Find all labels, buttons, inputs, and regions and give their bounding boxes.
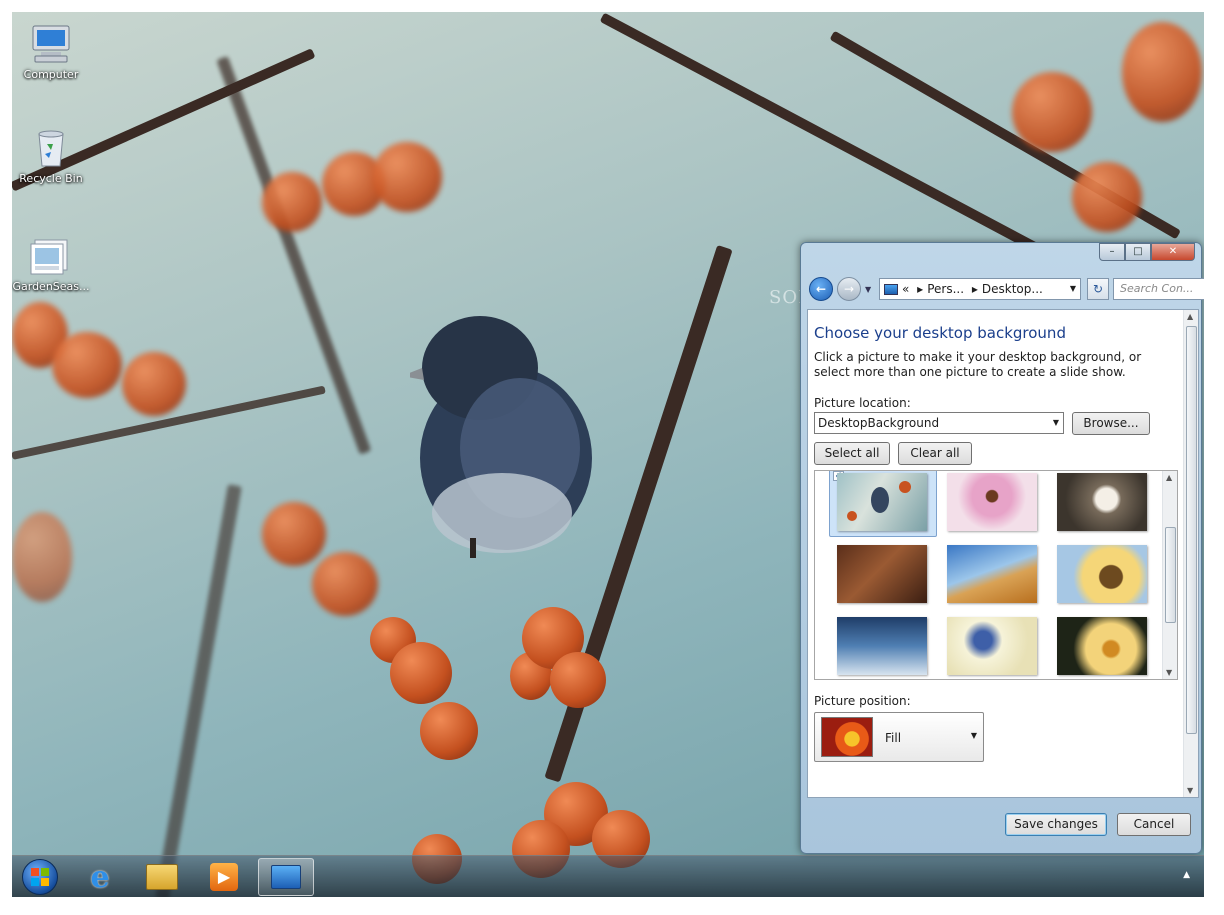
internet-explorer-icon: e <box>90 859 110 895</box>
arrow-right-icon: → <box>843 282 855 296</box>
breadcrumb-separator-icon: ▸ <box>971 282 978 296</box>
desktop-icon-label: GardenSeas... <box>12 280 90 293</box>
content-pane: ▲ ▼ Choose your desktop background Click… <box>807 309 1199 798</box>
scroll-down-icon[interactable]: ▼ <box>1187 786 1193 795</box>
breadcrumb-item[interactable]: Pers... <box>927 282 964 296</box>
chevron-down-icon: ▼ <box>1052 418 1059 427</box>
picture-gallery[interactable]: ✓ ▲ ▼ <box>814 470 1178 680</box>
back-button[interactable]: ← <box>809 277 833 301</box>
thumbnail-sunflower[interactable] <box>1057 545 1147 603</box>
desktop[interactable]: SOFTPEDIA Computer Recycle Bin GardenSea… <box>12 12 1204 897</box>
taskbar-media-player[interactable]: ▶ <box>196 858 252 896</box>
thumbnail-dry-leaf-sky[interactable] <box>947 545 1037 603</box>
picture-position-select[interactable]: Fill ▼ <box>814 712 984 762</box>
chevron-down-icon: ▼ <box>865 285 872 294</box>
media-player-icon: ▶ <box>210 863 238 891</box>
address-dropdown-icon[interactable]: ▼ <box>1070 279 1076 299</box>
personalization-window[interactable]: – □ ✕ ← → ▼ « ▸ Pers... ▸ Desktop... ▼ ↻ S… <box>800 242 1204 854</box>
taskbar-control-panel[interactable] <box>258 858 314 896</box>
clear-all-button[interactable]: Clear all <box>898 442 972 465</box>
arrow-left-icon: ← <box>815 282 827 296</box>
desktop-icon-computer[interactable]: Computer <box>12 24 90 81</box>
search-input[interactable]: Search Con... <box>1113 278 1204 300</box>
thumbnail-white-blossoms[interactable] <box>1057 473 1147 531</box>
forward-button[interactable]: → <box>837 277 861 301</box>
breadcrumb-prefix[interactable]: « <box>902 282 909 296</box>
chevron-down-icon: ▼ <box>970 731 977 740</box>
thumbnail-frost-plant[interactable] <box>837 617 927 675</box>
content-scrollbar[interactable]: ▲ ▼ <box>1183 310 1198 797</box>
scroll-thumb[interactable] <box>1165 527 1176 623</box>
picture-location-select[interactable]: DesktopBackground ▼ <box>814 412 1064 434</box>
close-button[interactable]: ✕ <box>1151 243 1195 261</box>
gallery-scrollbar[interactable]: ▲ ▼ <box>1162 471 1177 679</box>
refresh-button[interactable]: ↻ <box>1087 278 1109 300</box>
cancel-button[interactable]: Cancel <box>1117 813 1191 836</box>
thumbnail-wood-ladybug[interactable] <box>837 545 927 603</box>
breadcrumb-item[interactable]: Desktop... <box>982 282 1043 296</box>
caption-buttons: – □ ✕ <box>1099 243 1195 261</box>
thumbnail-bird-berries[interactable] <box>837 473 927 531</box>
minimize-button[interactable]: – <box>1099 243 1125 261</box>
start-button[interactable] <box>12 858 68 896</box>
windows-logo-icon <box>22 859 58 895</box>
control-panel-icon <box>271 865 301 889</box>
address-bar[interactable]: « ▸ Pers... ▸ Desktop... ▼ <box>879 278 1081 300</box>
breadcrumb-separator-icon: ▸ <box>917 282 924 296</box>
scroll-thumb[interactable] <box>1186 326 1197 734</box>
select-all-button[interactable]: Select all <box>814 442 890 465</box>
bird-image <box>410 316 592 558</box>
thumbnail-blue-flowers[interactable] <box>947 617 1037 675</box>
scroll-down-icon[interactable]: ▼ <box>1166 668 1172 677</box>
recycle-bin-icon <box>29 128 73 168</box>
taskbar: e ▶ ▲ <box>12 855 1204 897</box>
taskbar-windows-explorer[interactable] <box>134 858 190 896</box>
recent-pages-dropdown[interactable]: ▼ <box>865 285 871 294</box>
save-changes-button[interactable]: Save changes <box>1005 813 1107 836</box>
picture-location-label: Picture location: <box>814 396 911 410</box>
browse-button[interactable]: Browse... <box>1072 412 1150 435</box>
show-hidden-icons-button[interactable]: ▲ <box>1183 870 1190 880</box>
picture-location-value: DesktopBackground <box>818 416 940 430</box>
thumbnail-yellow-daisy[interactable] <box>1057 617 1147 675</box>
refresh-icon: ↻ <box>1092 282 1104 296</box>
theme-pack-icon <box>29 236 73 276</box>
windows-explorer-icon <box>146 864 178 890</box>
thumbnail-pink-coneflowers[interactable] <box>947 473 1037 531</box>
picture-position-value: Fill <box>885 731 902 745</box>
position-preview-image <box>821 717 873 757</box>
control-panel-icon <box>884 284 898 295</box>
scroll-up-icon[interactable]: ▲ <box>1187 312 1193 321</box>
desktop-icon-recycle-bin[interactable]: Recycle Bin <box>12 128 90 185</box>
scroll-up-icon[interactable]: ▲ <box>1166 473 1172 482</box>
maximize-button[interactable]: □ <box>1125 243 1151 261</box>
computer-icon <box>29 24 73 64</box>
navigation-bar: ← → ▼ « ▸ Pers... ▸ Desktop... ▼ ↻ Search … <box>807 277 1204 301</box>
desktop-icon-label: Recycle Bin <box>19 172 83 185</box>
page-title: Choose your desktop background <box>814 324 1066 342</box>
picture-position-label: Picture position: <box>814 694 911 708</box>
desktop-icon-label: Computer <box>23 68 79 81</box>
instructions-text: Click a picture to make it your desktop … <box>814 350 1142 379</box>
desktop-icon-gardenseasons[interactable]: GardenSeas... <box>12 236 90 293</box>
taskbar-internet-explorer[interactable]: e <box>72 858 128 896</box>
